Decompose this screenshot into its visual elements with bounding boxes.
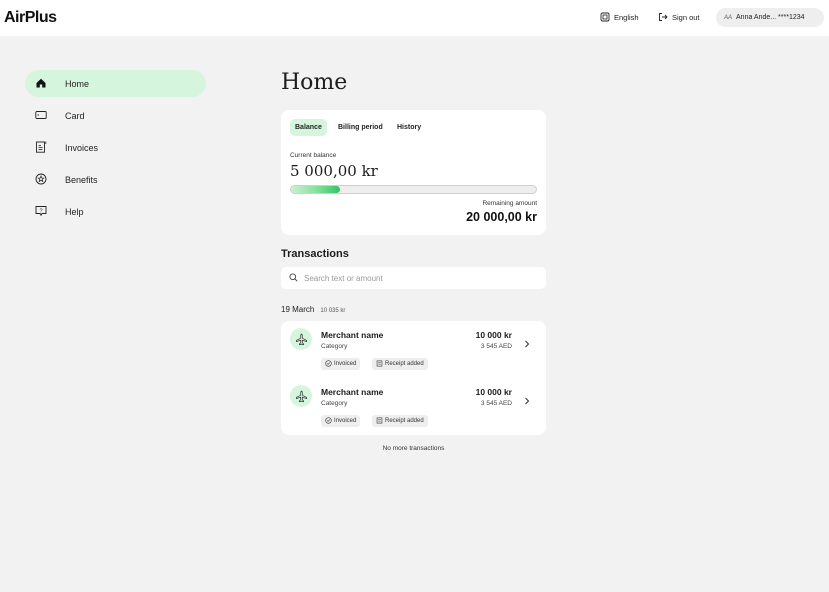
sidebar-item-label: Benefits bbox=[65, 174, 98, 185]
sidebar-item-label: Card bbox=[65, 110, 85, 121]
user-initials: AA bbox=[724, 14, 733, 21]
current-balance-value: 5 000,00 kr bbox=[290, 162, 378, 180]
user-label: Anna Ande... ****1234 bbox=[736, 14, 805, 21]
sidebar-item-label: Help bbox=[65, 206, 84, 217]
transaction-row[interactable]: Merchant name Category 10 000 kr 3 545 A… bbox=[281, 321, 546, 378]
merchant-name: Merchant name bbox=[321, 330, 384, 340]
status-badge-invoiced: Invoiced bbox=[321, 415, 361, 427]
status-badge-receipt: Receipt added bbox=[372, 358, 428, 370]
badge-label: Receipt added bbox=[385, 361, 424, 367]
svg-text:?: ? bbox=[39, 208, 42, 214]
sidebar-item-help[interactable]: ? Help bbox=[25, 198, 206, 225]
merchant-name: Merchant name bbox=[321, 387, 384, 397]
invoice-icon bbox=[35, 141, 47, 153]
search-box bbox=[281, 267, 546, 289]
sidebar-item-home[interactable]: Home bbox=[25, 70, 206, 97]
sidebar-item-card[interactable]: Card bbox=[25, 102, 206, 129]
transaction-foreign-amount: 3 545 AED bbox=[480, 343, 512, 350]
user-menu[interactable]: AA Anna Ande... ****1234 bbox=[716, 8, 824, 27]
help-icon: ? bbox=[35, 205, 47, 217]
signout-label: Sign out bbox=[672, 12, 700, 22]
search-icon bbox=[289, 269, 298, 287]
badge-label: Receipt added bbox=[385, 418, 424, 424]
tab-balance[interactable]: Balance bbox=[290, 119, 327, 136]
date-sum: 10 035 kr bbox=[320, 308, 346, 314]
sidebar-item-benefits[interactable]: Benefits bbox=[25, 166, 206, 193]
date-group-header: 19 March 10 035 kr bbox=[281, 305, 345, 314]
signout-icon bbox=[658, 12, 668, 22]
search-input[interactable] bbox=[304, 273, 534, 283]
transaction-amount: 10 000 kr bbox=[475, 387, 512, 397]
airplane-icon bbox=[290, 385, 312, 407]
merchant-category: Category bbox=[321, 400, 348, 407]
merchant-category: Category bbox=[321, 343, 348, 350]
benefits-icon bbox=[35, 173, 47, 185]
transaction-row[interactable]: Merchant name Category 10 000 kr 3 545 A… bbox=[281, 378, 546, 435]
balance-progress-bar bbox=[290, 185, 537, 194]
status-badge-invoiced: Invoiced bbox=[321, 358, 361, 370]
airplane-icon bbox=[290, 328, 312, 350]
balance-card: Balance Billing period History Current b… bbox=[281, 110, 546, 235]
end-of-list-text: No more transactions bbox=[382, 445, 445, 452]
tab-billing-period[interactable]: Billing period bbox=[333, 119, 388, 136]
sidebar-item-label: Home bbox=[65, 78, 90, 89]
card-icon bbox=[35, 109, 47, 121]
badge-label: Invoiced bbox=[334, 361, 357, 367]
balance-progress-fill bbox=[291, 186, 340, 193]
top-bar: AirPlus English Sign out AA Anna Ande...… bbox=[0, 0, 829, 36]
remaining-amount-label: Remaining amount bbox=[482, 200, 537, 207]
transaction-foreign-amount: 3 545 AED bbox=[480, 400, 512, 407]
chevron-right-icon bbox=[524, 392, 530, 410]
status-badge-receipt: Receipt added bbox=[372, 415, 428, 427]
logo[interactable]: AirPlus bbox=[4, 9, 57, 27]
signout-button[interactable]: Sign out bbox=[658, 12, 700, 22]
date-label: 19 March bbox=[281, 305, 315, 314]
check-circle-icon bbox=[325, 416, 332, 426]
sidebar-item-invoices[interactable]: Invoices bbox=[25, 134, 206, 161]
remaining-amount-value: 20 000,00 kr bbox=[466, 210, 537, 224]
receipt-icon bbox=[376, 360, 383, 369]
home-icon bbox=[35, 77, 47, 89]
language-button[interactable]: English bbox=[600, 12, 639, 22]
receipt-icon bbox=[376, 417, 383, 426]
current-balance-label: Current balance bbox=[290, 152, 337, 159]
tab-history[interactable]: History bbox=[392, 119, 426, 136]
transactions-title: Transactions bbox=[281, 248, 349, 260]
page-title: Home bbox=[281, 70, 348, 95]
transactions-list: Merchant name Category 10 000 kr 3 545 A… bbox=[281, 321, 546, 435]
language-icon bbox=[600, 12, 610, 22]
check-circle-icon bbox=[325, 359, 332, 369]
chevron-right-icon bbox=[524, 335, 530, 353]
language-label: English bbox=[614, 12, 639, 22]
sidebar-item-label: Invoices bbox=[65, 142, 99, 153]
badge-label: Invoiced bbox=[334, 418, 357, 424]
transaction-amount: 10 000 kr bbox=[475, 330, 512, 340]
